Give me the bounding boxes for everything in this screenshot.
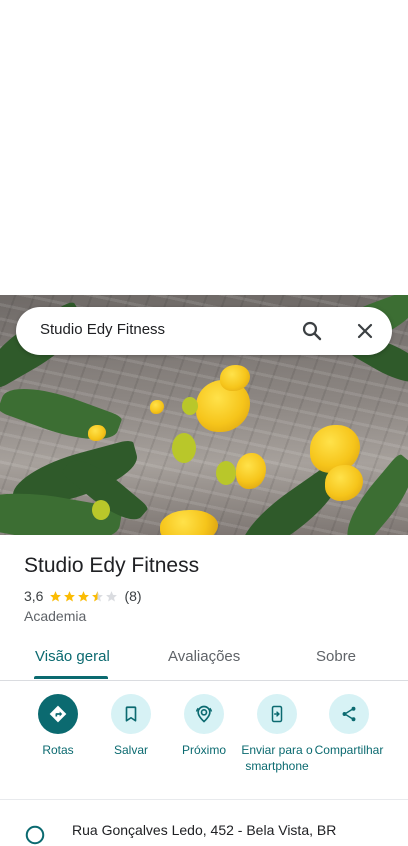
tab-bar: Visão geral Avaliações Sobre (0, 640, 408, 681)
star-icon (78, 590, 90, 601)
active-tab-indicator (34, 676, 108, 679)
share-label: Compartilhar (314, 743, 384, 757)
place-title: Studio Edy Fitness (24, 554, 200, 577)
star-empty-icon (106, 590, 118, 601)
search-bar[interactable]: Studio Edy Fitness (16, 307, 392, 355)
star-icon (50, 590, 62, 601)
send-to-phone-label: Enviar para o smartphone (241, 743, 313, 773)
rating-row[interactable]: 3,6 (8) (24, 588, 142, 604)
location-pin-icon (25, 825, 45, 845)
save-button[interactable]: Salvar (93, 694, 169, 758)
share-button[interactable]: Compartilhar (311, 694, 387, 758)
star-icon (64, 590, 76, 601)
flower (150, 400, 164, 414)
divider (0, 799, 408, 800)
rating-value: 3,6 (24, 588, 44, 604)
directions-button[interactable]: Rotas (20, 694, 96, 758)
nearby-button[interactable]: Próximo (166, 694, 242, 758)
action-bar: Rotas Salvar Próximo Enviar para o smart… (0, 694, 408, 794)
nearby-icon (195, 705, 213, 723)
tab-about[interactable]: Sobre (316, 648, 356, 665)
address-text: Rua Gonçalves Ledo, 452 - Bela Vista, BR (72, 822, 337, 838)
flower (325, 465, 363, 501)
flower-bud (182, 397, 198, 415)
save-label: Salvar (113, 743, 148, 757)
flower-bud (92, 500, 110, 520)
leaf (0, 375, 123, 453)
place-category: Academia (24, 608, 87, 624)
send-to-phone-button[interactable]: Enviar para o smartphone (239, 694, 315, 774)
nearby-label: Próximo (181, 743, 226, 757)
directions-icon (49, 705, 67, 723)
search-query[interactable]: Studio Edy Fitness (40, 321, 165, 338)
share-icon (342, 706, 356, 722)
flower (220, 365, 250, 391)
review-count: (8) (124, 588, 142, 604)
directions-label: Rotas (42, 743, 74, 757)
star-half-icon (92, 590, 104, 601)
search-icon[interactable] (300, 319, 324, 343)
tab-reviews[interactable]: Avaliações (168, 648, 240, 665)
address-row[interactable]: Rua Gonçalves Ledo, 452 - Bela Vista, BR (24, 818, 408, 845)
map-area[interactable] (0, 0, 408, 295)
bookmark-icon (125, 706, 137, 722)
send-to-phone-icon (271, 705, 283, 723)
flower (160, 510, 218, 535)
flower-bud (216, 461, 236, 485)
flower-bud (172, 433, 196, 463)
tab-overview[interactable]: Visão geral (35, 648, 110, 665)
close-icon[interactable] (353, 319, 377, 343)
star-rating (49, 590, 118, 603)
flower (236, 453, 266, 489)
